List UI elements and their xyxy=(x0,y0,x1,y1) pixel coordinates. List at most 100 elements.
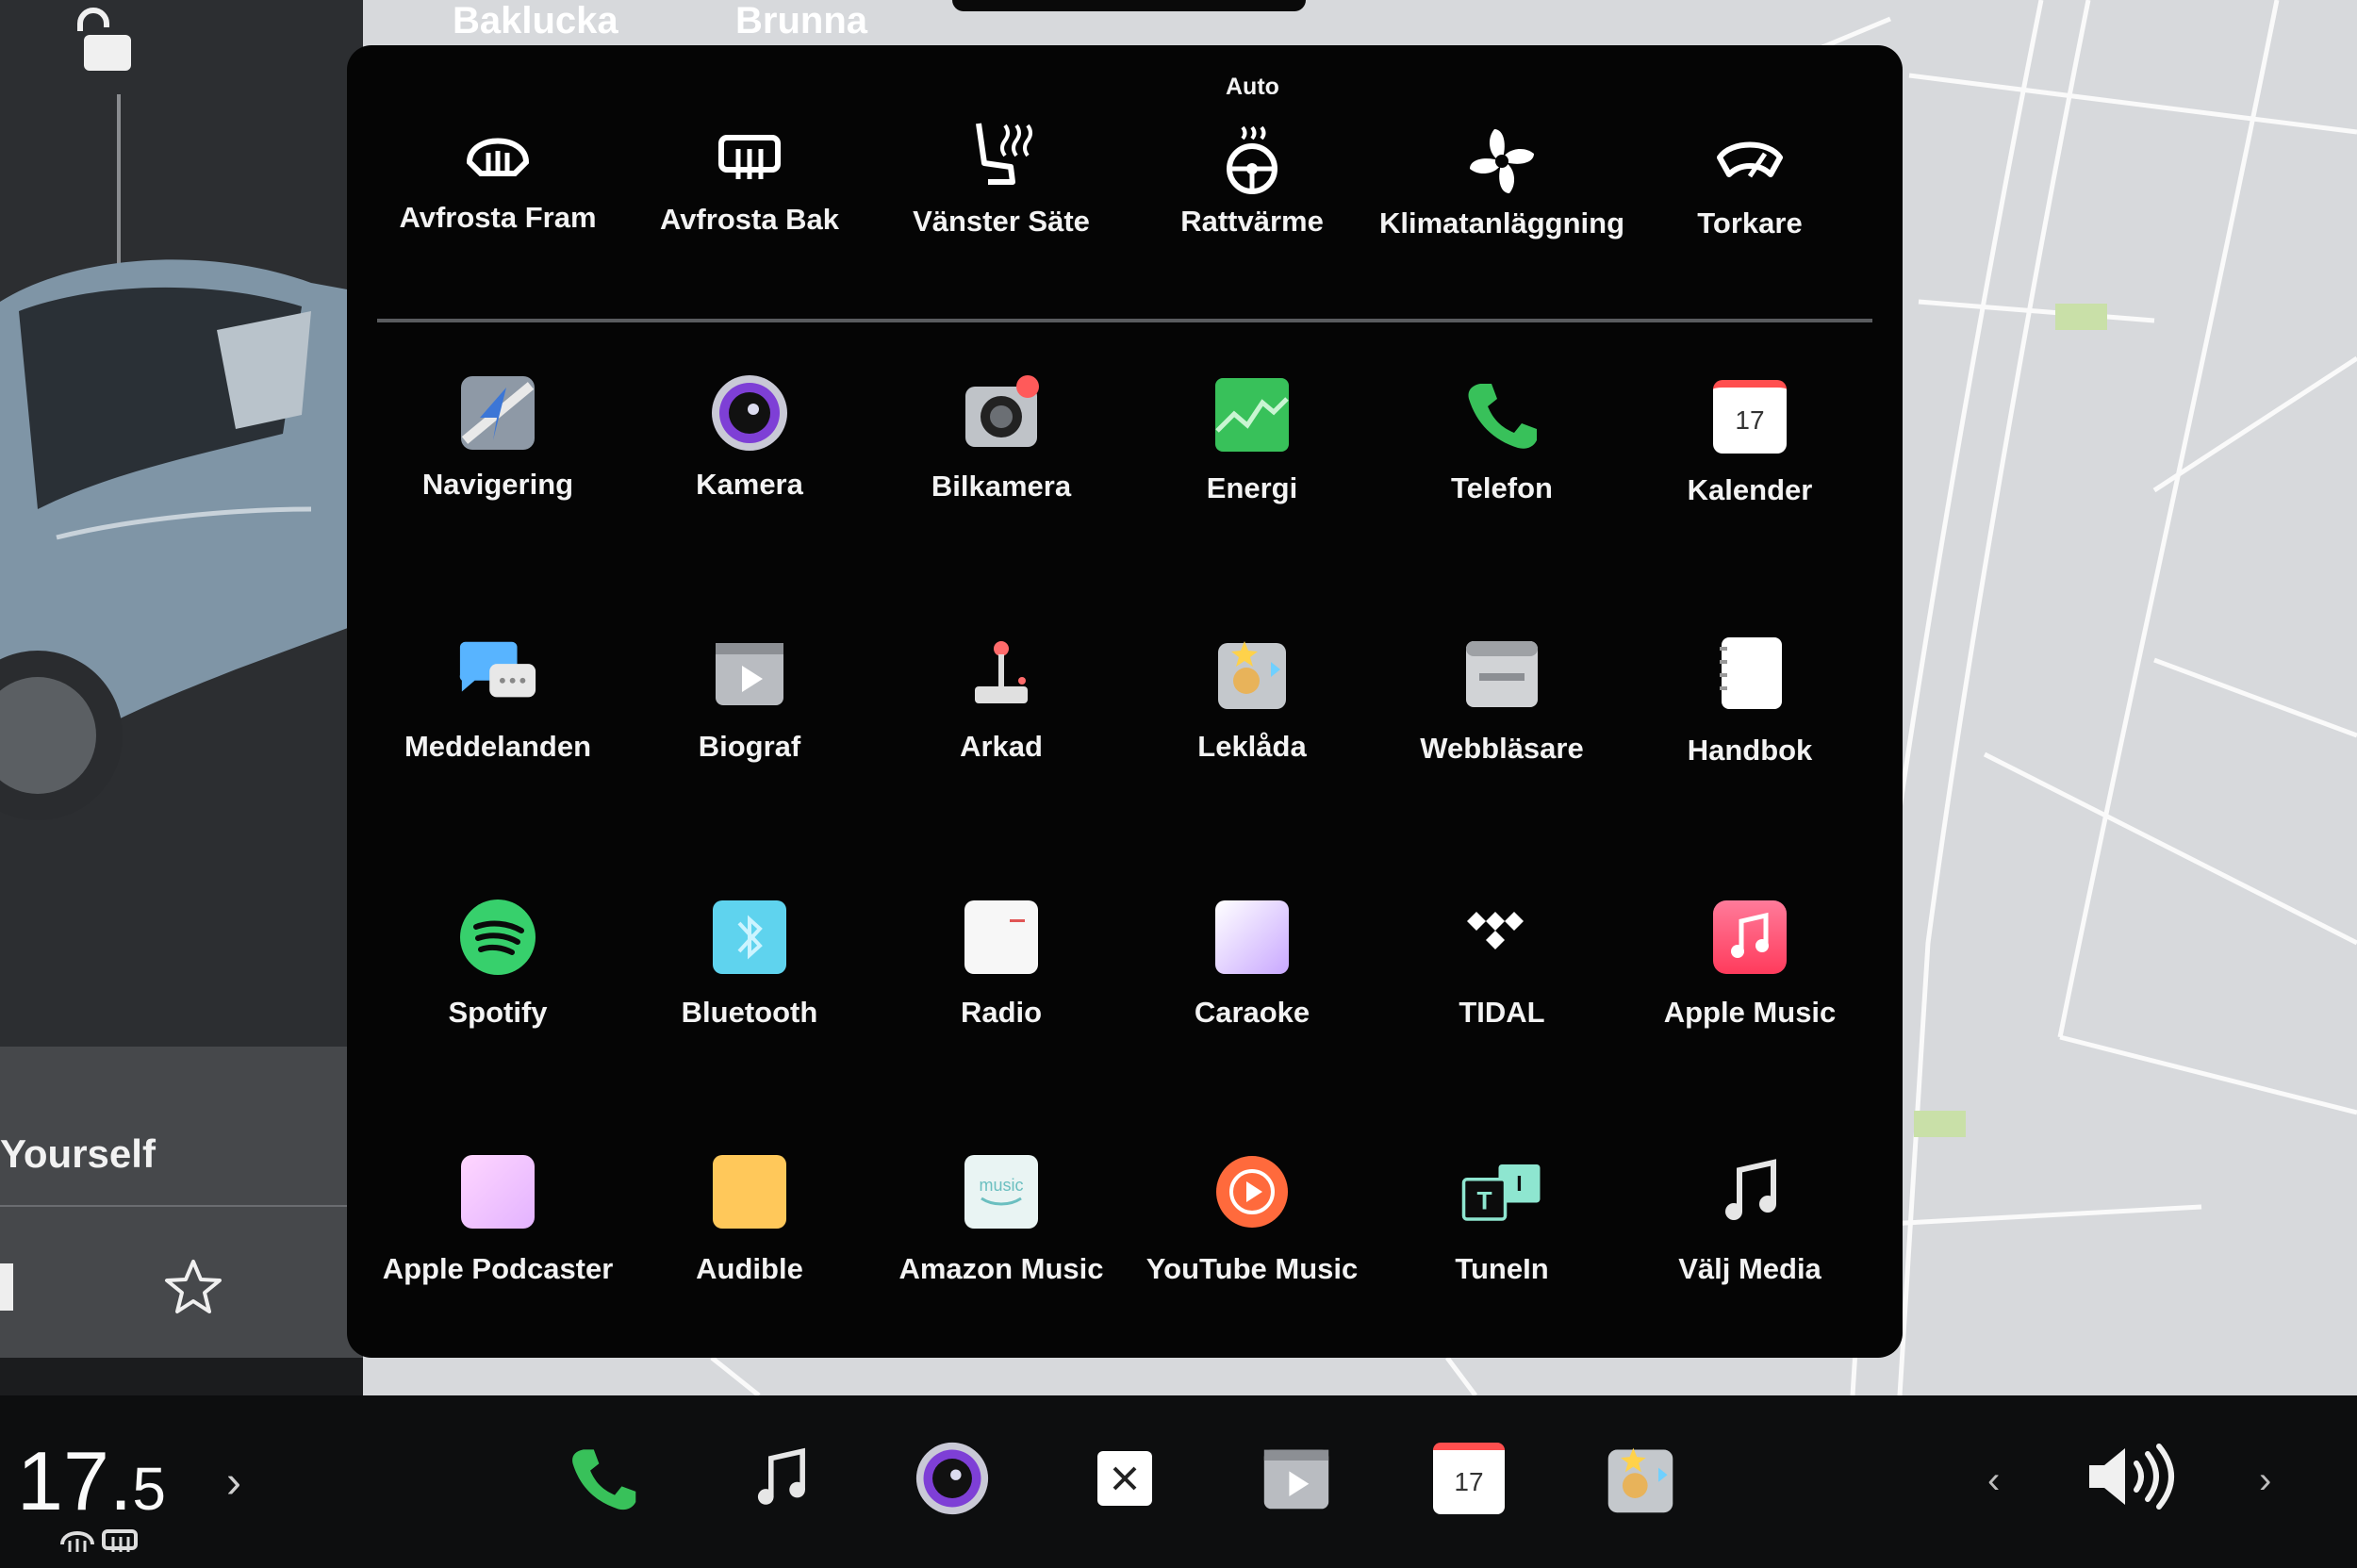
app-phone[interactable]: Telefon xyxy=(1379,366,1624,526)
amazon-music-icon: music xyxy=(960,1150,1043,1233)
app-theater[interactable]: Biograf xyxy=(627,630,872,790)
climate-steering-heat[interactable]: Rattvärme xyxy=(1129,107,1375,267)
rear-defrost-icon xyxy=(708,116,791,199)
climate-left-seat[interactable]: Vänster Säte xyxy=(879,107,1124,267)
chevron-right-icon[interactable]: › xyxy=(226,1457,241,1509)
defrost-mini-icon xyxy=(58,1526,143,1559)
app-label: Apple Podcaster xyxy=(382,1252,614,1285)
calendar-day: 17 xyxy=(1713,380,1787,454)
dock-theater[interactable] xyxy=(1259,1441,1334,1516)
app-messages[interactable]: Meddelanden xyxy=(375,630,620,790)
caraoke-icon xyxy=(1211,896,1294,979)
app-calendar[interactable]: 17 Kalender xyxy=(1627,366,1872,526)
app-bluetooth[interactable]: Bluetooth xyxy=(627,890,872,1050)
calendar-icon: 17 xyxy=(1708,375,1791,458)
dock-phone[interactable] xyxy=(566,1441,641,1516)
calendar-icon: 17 xyxy=(1433,1443,1505,1514)
app-toybox[interactable]: Leklåda xyxy=(1129,630,1375,790)
app-tidal[interactable]: TIDAL xyxy=(1379,890,1624,1050)
app-radio[interactable]: Radio xyxy=(879,890,1124,1050)
energy-icon xyxy=(1211,373,1294,456)
app-youtube-music[interactable]: YouTube Music xyxy=(1129,1148,1375,1309)
climate-label: Rattvärme xyxy=(1180,205,1324,238)
car-image xyxy=(0,226,363,830)
app-manual[interactable]: Handbok xyxy=(1627,630,1872,790)
dock-camera[interactable] xyxy=(915,1441,990,1516)
app-label: Kamera xyxy=(696,468,803,501)
climate-front-defrost[interactable]: Avfrosta Fram xyxy=(375,107,620,267)
media-divider xyxy=(0,1205,363,1207)
dock-calendar[interactable]: 17 xyxy=(1431,1441,1507,1516)
app-label: YouTube Music xyxy=(1146,1252,1359,1285)
volume-icon[interactable] xyxy=(2084,1443,2178,1515)
dock-toybox[interactable] xyxy=(1603,1441,1678,1516)
svg-text:T: T xyxy=(1476,1186,1492,1214)
app-label: TuneIn xyxy=(1455,1252,1549,1285)
climate-rear-defrost[interactable]: Avfrosta Bak xyxy=(627,107,872,267)
climate-fan[interactable]: Klimatanläggning xyxy=(1379,107,1624,267)
app-audible[interactable]: Audible xyxy=(627,1148,872,1309)
top-handle xyxy=(952,0,1306,11)
phone-icon xyxy=(1460,373,1543,456)
app-label: Amazon Music xyxy=(898,1252,1104,1285)
app-browser[interactable]: Webbläsare xyxy=(1379,630,1624,790)
toybox-icon xyxy=(1607,1447,1673,1513)
app-label: TIDAL xyxy=(1459,996,1545,1029)
bottom-bar xyxy=(0,1395,2357,1568)
unlock-icon[interactable] xyxy=(71,5,146,80)
climate-wiper[interactable]: Torkare xyxy=(1627,107,1872,267)
app-tunein[interactable]: TI TuneIn xyxy=(1379,1148,1624,1309)
star-icon[interactable] xyxy=(162,1257,224,1319)
tidal-icon xyxy=(1460,896,1543,979)
svg-text:I: I xyxy=(1516,1171,1522,1196)
app-caraoke[interactable]: Caraoke xyxy=(1129,890,1375,1050)
volume-up-chevron[interactable]: › xyxy=(2259,1460,2271,1502)
app-label: Leklåda xyxy=(1197,730,1307,763)
app-label: Webbläsare xyxy=(1420,732,1584,765)
app-label: Välj Media xyxy=(1678,1252,1821,1285)
youtube-music-icon xyxy=(1211,1150,1294,1233)
climate-label: Vänster Säte xyxy=(913,205,1090,238)
app-navigation[interactable]: Navigering xyxy=(375,366,620,526)
climate-label: Avfrosta Bak xyxy=(659,203,840,236)
bluetooth-icon xyxy=(708,896,791,979)
app-spotify[interactable]: Spotify xyxy=(375,890,620,1050)
app-label: Caraoke xyxy=(1194,996,1310,1029)
volume-down-chevron[interactable]: ‹ xyxy=(1987,1460,2000,1502)
map-street-label: Bakluckа xyxy=(453,0,618,41)
app-launcher: Auto Avfrosta Fram Avfrosta Bak Vänster … xyxy=(347,45,1903,1358)
app-apple-music[interactable]: Apple Music xyxy=(1627,890,1872,1050)
seat-heater-icon xyxy=(960,112,1043,195)
cabin-temperature[interactable]: 17.5 xyxy=(17,1433,166,1529)
radio-icon xyxy=(960,896,1043,979)
pause-icon[interactable] xyxy=(0,1263,13,1311)
app-dashcam[interactable]: Bilkamera xyxy=(879,366,1124,526)
app-media[interactable]: Välj Media xyxy=(1627,1148,1872,1309)
app-label: Bilkamera xyxy=(931,470,1072,503)
dock-music[interactable] xyxy=(743,1441,818,1516)
climate-label: Torkare xyxy=(1697,206,1803,239)
app-amazon-music[interactable]: music Amazon Music xyxy=(879,1148,1124,1309)
map-street-label: Brunna xyxy=(735,0,867,41)
camera-icon xyxy=(915,1442,989,1515)
fan-icon xyxy=(1460,120,1543,203)
browser-icon xyxy=(1460,632,1543,715)
temp-main: 17. xyxy=(17,1434,133,1527)
app-label: Navigering xyxy=(421,468,574,501)
close-icon xyxy=(1097,1451,1152,1506)
app-arcade[interactable]: Arkad xyxy=(879,630,1124,790)
messages-icon xyxy=(456,630,539,713)
app-podcasts[interactable]: Apple Podcaster xyxy=(375,1148,620,1309)
svg-text:music: music xyxy=(979,1176,1023,1195)
manual-icon xyxy=(1708,632,1791,715)
app-camera[interactable]: Kamera xyxy=(627,366,872,526)
app-label: Bluetooth xyxy=(681,996,818,1029)
launcher-divider xyxy=(377,319,1872,322)
dock-close[interactable] xyxy=(1087,1441,1162,1516)
app-energy[interactable]: Energi xyxy=(1129,366,1375,526)
phone-icon xyxy=(572,1449,636,1510)
media-title: Yourself xyxy=(0,1131,156,1176)
app-label: Meddelanden xyxy=(404,730,592,763)
dashcam-icon xyxy=(960,371,1043,454)
app-label: Telefon xyxy=(1451,471,1553,504)
